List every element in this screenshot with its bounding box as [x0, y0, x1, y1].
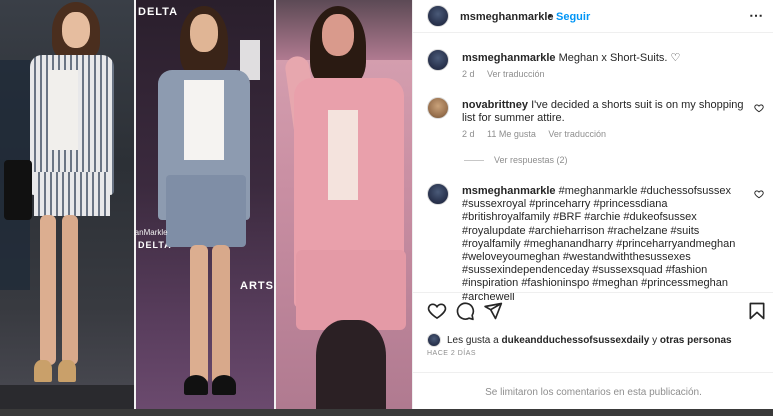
comment-username[interactable]: msmeghanmarkle [462, 185, 556, 197]
comment-body: msmeghanmarkle #meghanmarkle #duchessofs… [462, 185, 747, 304]
hashtag-list[interactable]: #meghanmarkle #duchessofsussex #sussexro… [462, 185, 735, 303]
comment: msmeghanmarkle #meghanmarkle #duchessofs… [427, 183, 764, 303]
view-replies-link[interactable]: Ver respuestas (2) [464, 155, 568, 165]
comment-age: 2 d [462, 129, 475, 139]
author-avatar[interactable] [427, 49, 449, 71]
comment-body: novabrittney I've decided a shorts suit … [462, 99, 747, 125]
photo-panel-left [0, 0, 134, 409]
follow-button[interactable]: Seguir [556, 11, 590, 23]
bookmark-icon[interactable] [747, 301, 767, 321]
more-options-icon[interactable]: ⋯ [749, 7, 764, 24]
post-side-panel: msmeghanmarkle • Seguir ⋯ msmeghanmarkle… [412, 0, 773, 409]
backdrop-text: ARTS [240, 280, 274, 292]
photo-panel-middle: DELTA DELTA ARTS MsMeghanMarkle [136, 0, 274, 409]
translate-link[interactable]: Ver traducción [548, 129, 606, 139]
post-image[interactable]: DELTA DELTA ARTS MsMeghanMarkle [0, 0, 412, 409]
comment-meta: 2 d 11 Me gusta Ver traducción [462, 129, 616, 139]
delta-logo-text: DELTA [138, 6, 179, 18]
comment-username[interactable]: novabrittney [462, 99, 528, 111]
comment-age: 2 d [462, 69, 475, 79]
caption-meta: 2 d Ver traducción [462, 69, 555, 79]
photo-watermark: MsMeghanMarkle [136, 228, 168, 237]
caption-body: msmeghanmarkle Meghan x Short-Suits. ♡ [462, 51, 747, 65]
bottom-strip [0, 409, 773, 416]
white-heart-emoji: ♡ [670, 51, 681, 64]
post-timestamp[interactable]: HACE 2 DÍAS [427, 350, 476, 357]
separator-dot: • [548, 10, 552, 22]
view-replies-label: Ver respuestas (2) [494, 155, 568, 165]
commenter-avatar[interactable] [427, 97, 449, 119]
other-likers-link[interactable]: otras personas [660, 335, 732, 346]
comment-icon[interactable] [455, 301, 475, 321]
replies-divider-line [464, 160, 484, 162]
caption-text: Meghan x Short-Suits. [558, 52, 668, 64]
liker-username[interactable]: dukeandduchessofsussexdaily [502, 335, 650, 346]
commenter-avatar[interactable] [427, 183, 449, 205]
like-comment-heart-icon[interactable] [754, 103, 764, 113]
likes-text: Les gusta a dukeandduchessofsussexdaily … [447, 335, 732, 346]
action-bar [413, 292, 773, 328]
comment-username[interactable]: msmeghanmarkle [462, 52, 556, 64]
author-avatar[interactable] [427, 5, 449, 27]
likes-summary: Les gusta a dukeandduchessofsussexdaily … [427, 332, 767, 348]
like-comment-heart-icon[interactable] [754, 189, 764, 199]
photo-panel-right [276, 0, 412, 409]
caption: msmeghanmarkle Meghan x Short-Suits. ♡ 2… [427, 49, 762, 89]
liker-avatar[interactable] [427, 333, 441, 347]
post-header: msmeghanmarkle • Seguir ⋯ [413, 0, 773, 33]
comment: novabrittney I've decided a shorts suit … [427, 97, 764, 147]
comment-likes-count[interactable]: 11 Me gusta [487, 129, 536, 139]
send-icon[interactable] [483, 301, 503, 321]
comments-limited-notice: Se limitaron los comentarios en esta pub… [413, 372, 773, 409]
author-username[interactable]: msmeghanmarkle [460, 11, 554, 23]
likes-prefix: Les gusta a [447, 335, 499, 346]
heart-icon[interactable] [427, 301, 447, 321]
translate-link[interactable]: Ver traducción [487, 69, 545, 79]
likes-joiner: y [652, 335, 658, 346]
